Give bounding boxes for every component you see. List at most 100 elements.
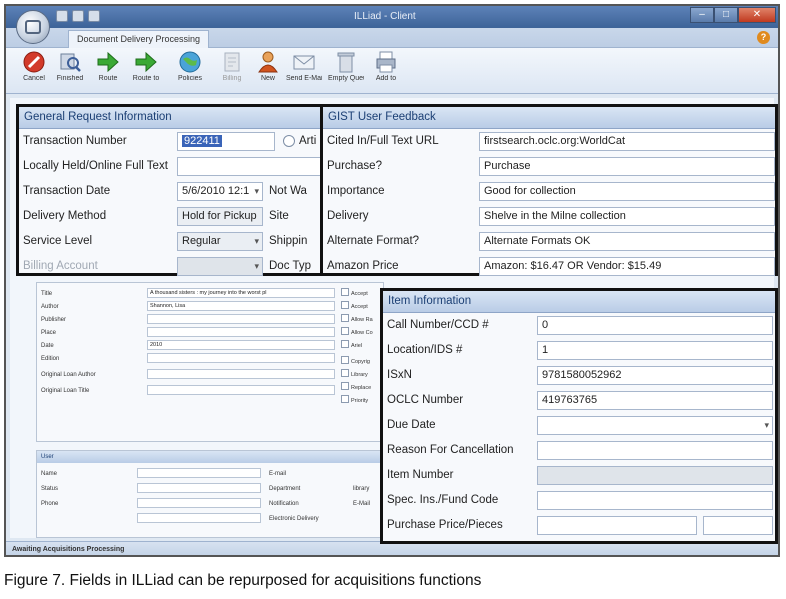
minimize-button[interactable]: –: [690, 7, 714, 23]
undo-icon[interactable]: [72, 10, 84, 22]
transaction-date-dropdown[interactable]: 5/6/2010 12:1: [177, 182, 263, 201]
user-name-field[interactable]: [137, 468, 261, 478]
call-number-field[interactable]: 0: [537, 316, 773, 335]
service-level-label: Service Level: [23, 235, 93, 247]
fund-code-field[interactable]: [537, 491, 773, 510]
locally-held-label: Locally Held/Online Full Text: [23, 160, 168, 172]
billing-button[interactable]: Billing: [214, 50, 250, 92]
user-phone-field[interactable]: [137, 498, 261, 508]
service-level-dropdown[interactable]: Regular: [177, 232, 263, 251]
route-to-button[interactable]: Route to: [128, 50, 164, 92]
citation-author-field[interactable]: Shannon, Lisa: [147, 301, 335, 311]
billing-account-dropdown[interactable]: [177, 257, 263, 276]
item-row-location: Location/IDS # 1: [383, 338, 775, 363]
alternate-format-field[interactable]: Alternate Formats OK: [479, 232, 775, 251]
cited-in-field[interactable]: firstsearch.oclc.org:WorldCat: [479, 132, 775, 151]
due-date-label: Due Date: [387, 419, 436, 431]
app-logo-icon: [25, 20, 41, 34]
citation-edition-field[interactable]: [147, 353, 335, 363]
alternate-format-label: Alternate Format?: [327, 235, 420, 247]
item-row-call-number: Call Number/CCD # 0: [383, 313, 775, 338]
citation-loan-author-field[interactable]: [147, 369, 335, 379]
transaction-date-row: Transaction Date 5/6/2010 12:1 Not Wa: [19, 179, 350, 204]
gist-row-alternate-format: Alternate Format? Alternate Formats OK: [323, 229, 775, 254]
checkbox-ariel[interactable]: Ariel: [341, 340, 362, 349]
tab-document-delivery-processing[interactable]: Document Delivery Processing: [68, 30, 210, 48]
article-radio[interactable]: [283, 135, 295, 147]
citation-panel: Title A thousand sisters : my journey in…: [36, 282, 384, 442]
checkbox-library[interactable]: Library: [341, 369, 368, 378]
checkbox-replace[interactable]: Replace: [341, 382, 371, 391]
cancel-button[interactable]: Cancel: [16, 50, 52, 92]
oclc-number-field[interactable]: 419763765: [537, 391, 773, 410]
due-date-dropdown[interactable]: [537, 416, 773, 435]
citation-loan-title-field[interactable]: [147, 385, 335, 395]
checkbox-allow-ra[interactable]: Allow Ra: [341, 314, 373, 323]
help-icon[interactable]: ?: [757, 31, 770, 44]
isxn-field[interactable]: 9781580052962: [537, 366, 773, 385]
citation-loan-author-label: Original Loan Author: [41, 372, 96, 378]
new-button[interactable]: New: [250, 50, 286, 92]
item-row-purchase-price: Purchase Price/Pieces: [383, 513, 775, 538]
save-icon[interactable]: [56, 10, 68, 22]
user-electronic-delivery-label: Electronic Delivery: [269, 516, 319, 522]
send-email-button[interactable]: Send E-Mail: [286, 50, 322, 92]
cited-in-label: Cited In/Full Text URL: [327, 135, 439, 147]
user-extra-field[interactable]: [137, 513, 261, 523]
reason-cancellation-field[interactable]: [537, 441, 773, 460]
delivery-method-field[interactable]: Hold for Pickup: [177, 207, 263, 226]
citation-publisher-field[interactable]: [147, 314, 335, 324]
add-to-button[interactable]: Add to: [368, 50, 404, 92]
locally-held-row: Locally Held/Online Full Text: [19, 154, 353, 179]
delivery-method-label: Delivery Method: [23, 210, 107, 222]
user-status-field[interactable]: [137, 483, 261, 493]
redo-icon[interactable]: [88, 10, 100, 22]
quick-access-toolbar: [56, 10, 100, 22]
ribbon-toolbar: Cancel Finished Route Route to Policies …: [6, 48, 778, 94]
amazon-price-label: Amazon Price: [327, 260, 399, 272]
finished-button[interactable]: Finished: [52, 50, 88, 92]
general-request-header: General Request Information: [19, 107, 350, 129]
transaction-date-label: Transaction Date: [23, 185, 111, 197]
citation-edition-label: Edition: [41, 356, 60, 362]
policies-button[interactable]: Policies: [172, 50, 208, 92]
pieces-field[interactable]: [703, 516, 773, 535]
importance-label: Importance: [327, 185, 385, 197]
purchase-price-field[interactable]: [537, 516, 697, 535]
application-menu-button[interactable]: [16, 10, 50, 44]
route-to-arrow-icon: [135, 51, 157, 73]
gist-feedback-header: GIST User Feedback: [323, 107, 775, 129]
billing-account-row: Billing Account Doc Typ: [19, 254, 350, 279]
user-library-label: library: [353, 486, 370, 492]
gist-feedback-panel: GIST User Feedback Cited In/Full Text UR…: [320, 104, 778, 276]
location-field[interactable]: 1: [537, 341, 773, 360]
route-arrow-icon: [97, 51, 119, 73]
checkbox-priority[interactable]: Priority: [341, 395, 368, 404]
checkbox-accept-2[interactable]: Accept: [341, 301, 368, 310]
gist-row-amazon-price: Amazon Price Amazon: $16.47 OR Vendor: $…: [323, 254, 775, 279]
route-button[interactable]: Route: [90, 50, 126, 92]
close-button[interactable]: ✕: [738, 7, 776, 23]
delivery-field[interactable]: Shelve in the Milne collection: [479, 207, 775, 226]
item-number-field[interactable]: [537, 466, 773, 485]
user-phone-label: Phone: [41, 501, 59, 507]
globe-icon: [179, 51, 201, 73]
isxn-label: ISxN: [387, 369, 412, 381]
amazon-price-field[interactable]: Amazon: $16.47 OR Vendor: $15.49: [479, 257, 775, 276]
general-request-panel: General Request Information Transaction …: [16, 104, 353, 279]
citation-place-label: Place: [41, 330, 57, 336]
printer-icon: [376, 51, 396, 73]
citation-place-field[interactable]: [147, 327, 335, 337]
maximize-button[interactable]: □: [714, 7, 738, 23]
user-status-label: Status: [41, 486, 59, 492]
citation-date-field[interactable]: 2010: [147, 340, 335, 350]
empty-queue-button[interactable]: Empty Queue: [328, 50, 364, 92]
purchase-field[interactable]: Purchase: [479, 157, 775, 176]
checkbox-allow-co[interactable]: Allow Co: [341, 327, 373, 336]
site-label: Site: [269, 210, 289, 222]
importance-field[interactable]: Good for collection: [479, 182, 775, 201]
checkbox-accept[interactable]: Accept: [341, 288, 368, 297]
transaction-number-field[interactable]: 922411: [177, 132, 275, 151]
checkbox-copyright[interactable]: Copyrig: [341, 356, 370, 365]
citation-title-field[interactable]: A thousand sisters : my journey into the…: [147, 288, 335, 298]
